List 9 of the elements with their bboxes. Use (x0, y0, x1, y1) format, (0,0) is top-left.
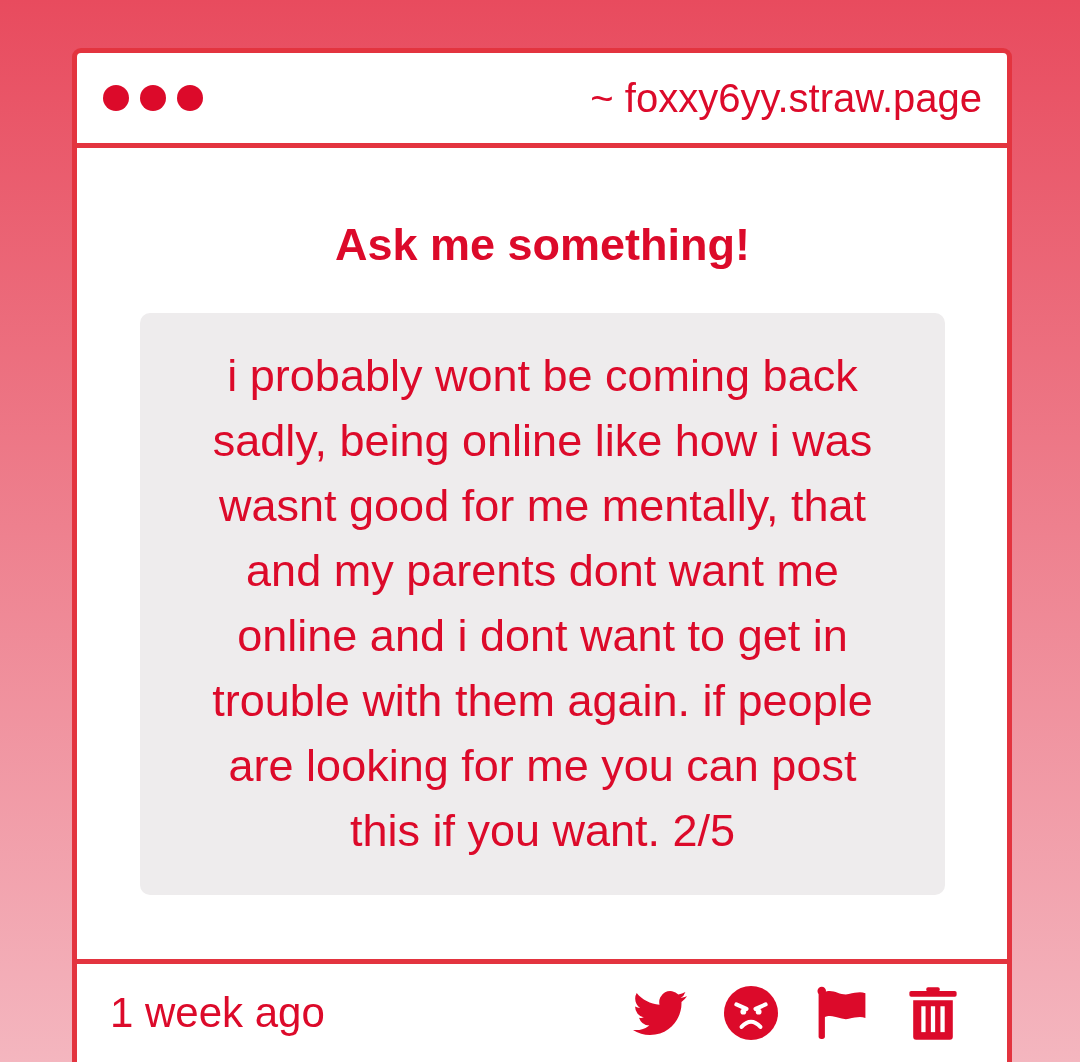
page-heading: Ask me something! (333, 219, 752, 271)
timestamp: 1 week ago (110, 988, 325, 1038)
page-address: ~ foxxy6yy.straw.page (590, 75, 982, 122)
window-dot-icon (177, 85, 203, 111)
question-text: i probably wont be coming back sadly, being online like how i was wasnt good for me mentally, that and my parents dont want me online and i dont want to get in trouble with them again. if people are looking for me you can post this if you want. 2/5 (211, 349, 874, 858)
window-dot-icon (140, 85, 166, 111)
window-dot-icon (103, 85, 129, 111)
trash-icon[interactable] (906, 986, 960, 1040)
angry-face-icon[interactable] (724, 986, 778, 1040)
